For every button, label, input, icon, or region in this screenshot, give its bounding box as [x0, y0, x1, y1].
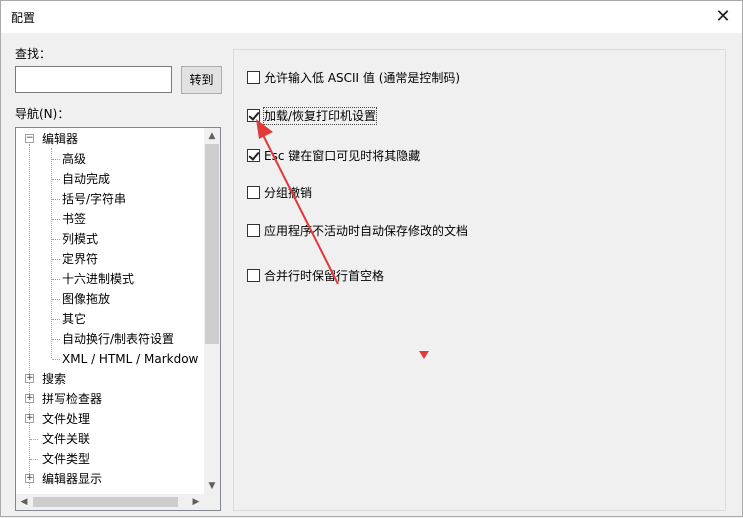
close-icon[interactable]: ✕: [712, 6, 734, 28]
tree-item-wrap-tabs[interactable]: 自动换行/制表符设置: [16, 329, 204, 349]
tree-item-label: 搜索: [42, 372, 67, 386]
option-label: 允许输入低 ASCII 值 (通常是控制码): [264, 71, 461, 85]
checkbox[interactable]: [247, 224, 260, 237]
scroll-up-icon[interactable]: ▲: [204, 128, 220, 144]
tree-item-label: 书签: [62, 212, 87, 226]
tree-item-label: 十六进制模式: [62, 272, 135, 286]
tree-item-label: 自动完成: [62, 172, 111, 186]
tree-item-editor-display[interactable]: + 编辑器显示: [16, 469, 204, 489]
scroll-thumb[interactable]: [33, 497, 178, 507]
title-bar: 配置 ✕: [1, 1, 742, 33]
nav-tree[interactable]: − 编辑器 高级 自动完成 括号/字符串 书签 列模式 定界符 十六进制模式 图…: [15, 127, 221, 511]
tree-item-hex-mode[interactable]: 十六进制模式: [16, 269, 204, 289]
checkbox[interactable]: [247, 186, 260, 199]
tree-item-label: XML / HTML / Markdow: [62, 352, 199, 366]
checkbox[interactable]: [247, 149, 260, 162]
tree-item-label: 编辑器显示: [42, 472, 103, 486]
tree-item-other[interactable]: 其它: [16, 309, 204, 329]
scrollbar-corner: [204, 494, 220, 510]
tree-vertical-scrollbar[interactable]: ▲ ▼: [204, 128, 220, 494]
option-label: Esc 键在窗口可见时将其隐藏: [264, 149, 421, 163]
nav-label: 导航(N)：: [15, 107, 70, 121]
tree-item-delimiters[interactable]: 定界符: [16, 249, 204, 269]
tree-item-label: 文件类型: [42, 452, 91, 466]
scroll-down-icon[interactable]: ▼: [204, 478, 220, 494]
scroll-left-icon[interactable]: ◀: [16, 494, 32, 510]
tree-item-advanced[interactable]: 高级: [16, 149, 204, 169]
tree-horizontal-scrollbar[interactable]: ◀ ▶: [16, 494, 204, 510]
tree-item-search[interactable]: + 搜索: [16, 369, 204, 389]
config-dialog: 配置 ✕ 查找： 转到 导航(N)： − 编辑器 高级 自动完成 括号/字符串 …: [0, 0, 743, 517]
tree-item-label: 列模式: [62, 232, 99, 246]
tree-item-label: 其它: [62, 312, 87, 326]
tree-item-label: 文件关联: [42, 432, 91, 446]
tree-item-column-mode[interactable]: 列模式: [16, 229, 204, 249]
tree-item-file-handling[interactable]: + 文件处理: [16, 409, 204, 429]
scroll-thumb[interactable]: [205, 144, 219, 344]
tree-item-xml-html[interactable]: XML / HTML / Markdow: [16, 349, 204, 369]
tree-item-file-types[interactable]: 文件类型: [16, 449, 204, 469]
scroll-right-icon[interactable]: ▶: [188, 494, 204, 510]
expand-icon[interactable]: +: [25, 414, 34, 423]
checkbox[interactable]: [247, 109, 260, 122]
option-label: 合并行时保留行首空格: [264, 269, 385, 283]
expand-icon[interactable]: +: [25, 474, 34, 483]
goto-button[interactable]: 转到: [181, 66, 222, 94]
tree-item-label: 定界符: [62, 252, 99, 266]
expand-icon[interactable]: +: [25, 394, 34, 403]
tree-item-spellcheck[interactable]: + 拼写检查器: [16, 389, 204, 409]
tree-item-label: 编辑器: [42, 132, 79, 146]
tree-item-label: 拼写检查器: [42, 392, 103, 406]
checkbox[interactable]: [247, 71, 260, 84]
option-label: 应用程序不活动时自动保存修改的文档: [264, 224, 469, 238]
search-label: 查找：: [15, 47, 52, 61]
collapse-icon[interactable]: −: [25, 134, 34, 143]
expand-icon[interactable]: +: [25, 374, 34, 383]
tree-item-editor[interactable]: − 编辑器: [16, 129, 204, 149]
window-title: 配置: [11, 11, 36, 25]
tree-item-label: 括号/字符串: [62, 192, 127, 206]
tree-item-brackets[interactable]: 括号/字符串: [16, 189, 204, 209]
tree-item-label: 图像拖放: [62, 292, 111, 306]
tree-item-label: 自动换行/制表符设置: [62, 332, 175, 346]
tree-item-file-assoc[interactable]: 文件关联: [16, 429, 204, 449]
tree-item-label: 文件处理: [42, 412, 91, 426]
option-label: 加载/恢复打印机设置: [262, 107, 378, 125]
tree-item-label: 高级: [62, 152, 87, 166]
option-label: 分组撤销: [264, 186, 313, 200]
tree-item-autocomplete[interactable]: 自动完成: [16, 169, 204, 189]
tree-item-bookmarks[interactable]: 书签: [16, 209, 204, 229]
tree-item-image-drag[interactable]: 图像拖放: [16, 289, 204, 309]
search-input[interactable]: [15, 66, 172, 93]
checkbox[interactable]: [247, 269, 260, 282]
